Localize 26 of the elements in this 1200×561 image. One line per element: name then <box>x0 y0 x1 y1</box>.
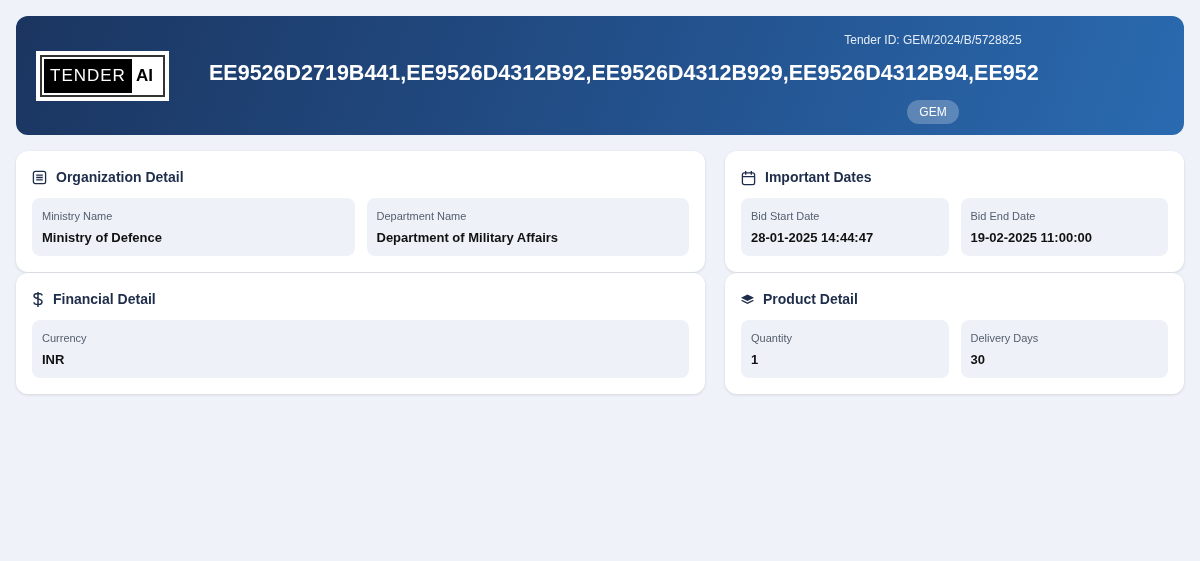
field-label: Currency <box>42 331 88 346</box>
source-badge: GEM <box>907 100 959 125</box>
field-value: Department of Military Affairs <box>376 228 560 247</box>
dollar-icon <box>32 291 44 308</box>
field-value: Ministry of Defence <box>42 228 163 247</box>
field-label: Quantity <box>751 331 793 346</box>
section-title: Financial Detail <box>53 290 156 309</box>
section-title: Important Dates <box>765 168 872 187</box>
logo: TENDER AI <box>36 50 169 101</box>
field-label: Bid End Date <box>970 209 1037 224</box>
field-label: Bid Start Date <box>751 209 821 224</box>
field-label: Delivery Days <box>970 331 1040 346</box>
layers-icon <box>741 293 754 306</box>
field-label: Ministry Name <box>42 209 114 224</box>
field-value: INR <box>42 350 66 369</box>
field-value: 28-01-2025 14:44:47 <box>751 228 875 247</box>
tender-id: Tender ID: GEM/2024/B/5728825 <box>844 32 1022 47</box>
document-icon <box>32 170 47 185</box>
calendar-icon <box>741 169 756 186</box>
field-value: 30 <box>970 350 986 369</box>
field-value: 19-02-2025 11:00:00 <box>970 228 1093 247</box>
section-title: Organization Detail <box>56 168 184 187</box>
tender-title: EE9526D2719B441,EE9526D4312B92,EE9526D4312B929,EE9526D4312B94,EE952 <box>209 59 1039 87</box>
section-title: Product Detail <box>763 290 858 309</box>
field-label: Department Name <box>376 209 468 224</box>
field-value: 1 <box>751 350 760 369</box>
